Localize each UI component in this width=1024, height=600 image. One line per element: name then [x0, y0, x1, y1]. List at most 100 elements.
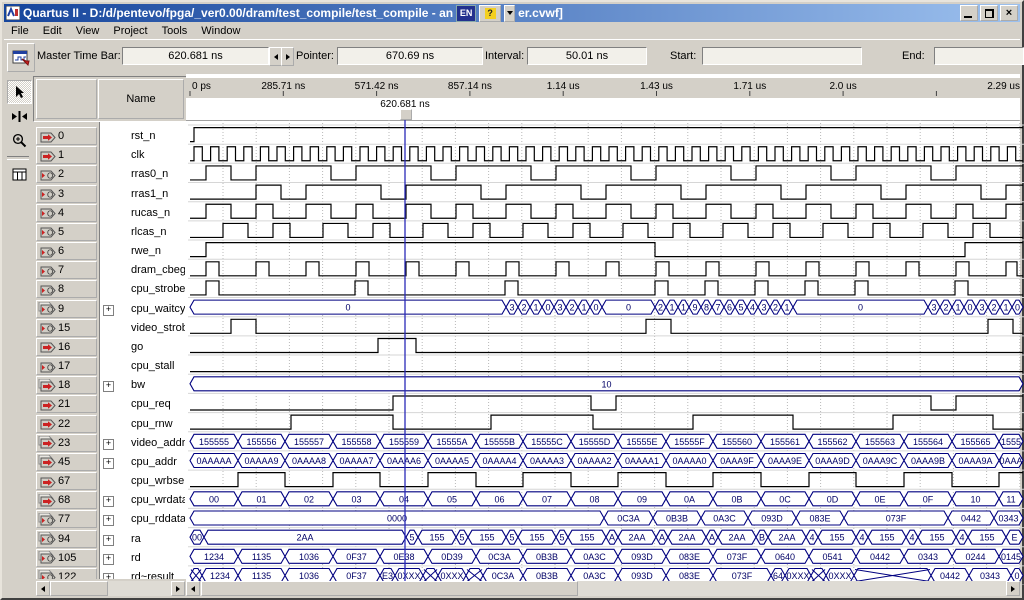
signal-name-video_addr[interactable]: video_addr — [131, 437, 185, 449]
zoom-tool-button[interactable] — [7, 128, 32, 152]
signal-number-button-77[interactable]: O77 — [36, 510, 97, 528]
signal-number-button-9[interactable]: O9 — [36, 300, 97, 318]
signal-name-rd[interactable]: rd — [131, 552, 141, 564]
signal-name-rd~result[interactable]: rd~result — [131, 571, 174, 579]
wave-hscrollbar[interactable] — [186, 581, 1020, 596]
bus-value: 083E — [679, 571, 700, 581]
expand-icon[interactable]: + — [103, 305, 114, 316]
bus-value: 0A3C — [713, 514, 736, 524]
signal-number-button-67[interactable]: 67 — [36, 472, 97, 490]
signal-number-button-6[interactable]: O6 — [36, 242, 97, 260]
names-hscrollbar[interactable] — [36, 581, 185, 596]
menu-view[interactable]: View — [69, 24, 107, 38]
full-screen-button[interactable] — [7, 162, 32, 186]
signal-number-button-17[interactable]: O17 — [36, 357, 97, 375]
signal-number-button-16[interactable]: 16 — [36, 338, 97, 356]
signal-name-cpu_rddata[interactable]: cpu_rddata — [131, 513, 185, 525]
wave-scroll-right-button[interactable] — [1006, 581, 1020, 596]
expand-icon[interactable]: + — [103, 515, 114, 526]
signal-number-button-23[interactable]: 23 — [36, 434, 97, 452]
menu-edit[interactable]: Edit — [36, 24, 69, 38]
signal-number-button-0[interactable]: 0 — [36, 127, 97, 145]
signal-number-button-94[interactable]: O94 — [36, 530, 97, 548]
menu-tools[interactable]: Tools — [155, 24, 195, 38]
wave-scroll-thumb[interactable] — [201, 581, 578, 596]
signal-number-button-8[interactable]: O8 — [36, 280, 97, 298]
bus-value: 5 — [509, 533, 514, 543]
signal-name-rras1_n[interactable]: rras1_n — [131, 188, 168, 200]
bus-value: 155561 — [770, 437, 800, 447]
start-field[interactable] — [702, 47, 862, 65]
names-scroll-left-button[interactable] — [36, 581, 50, 596]
signal-number-button-105[interactable]: O105 — [36, 549, 97, 567]
waveform-editor-button[interactable] — [7, 43, 35, 72]
wave-cpu_wrbsel — [190, 473, 1023, 487]
signal-name-cpu_wrdata[interactable]: cpu_wrdata — [131, 494, 185, 506]
signal-name-cpu_req[interactable]: cpu_req — [131, 398, 171, 410]
language-help-button[interactable]: ? — [479, 5, 501, 22]
signal-number-button-5[interactable]: O5 — [36, 223, 97, 241]
select-tool-button[interactable] — [7, 80, 32, 104]
center-time-bar-button[interactable] — [7, 104, 32, 128]
signal-number-button-45[interactable]: 45 — [36, 453, 97, 471]
master-time-bar-field[interactable]: 620.681 ns — [122, 47, 269, 65]
language-options-button[interactable] — [504, 5, 515, 22]
bus-value: 0AAAAA — [196, 456, 231, 466]
signal-name-go[interactable]: go — [131, 341, 143, 353]
titlebar[interactable]: Quartus II - D:/d/pentevo/fpga/_ver0.00/… — [4, 4, 1020, 22]
master-time-cursor-handle[interactable] — [400, 109, 412, 120]
signal-number-button-68[interactable]: 68 — [36, 491, 97, 509]
signal-name-cpu_wrbsel[interactable]: cpu_wrbsel — [131, 475, 185, 487]
waveform-canvas[interactable]: 0321032100211987654321032103210101555551… — [186, 120, 1024, 585]
signal-number-button-3[interactable]: O3 — [36, 185, 97, 203]
menu-file[interactable]: File — [4, 24, 36, 38]
signal-name-rucas_n[interactable]: rucas_n — [131, 207, 170, 219]
signal-number-button-1[interactable]: 1 — [36, 146, 97, 164]
signal-number-button-2[interactable]: O2 — [36, 165, 97, 183]
time-axis[interactable]: 0 ps285.71 ns571.42 ns857.14 ns1.14 us1.… — [186, 77, 1020, 99]
master-time-right-spin[interactable] — [281, 47, 294, 66]
signal-number-button-4[interactable]: O4 — [36, 204, 97, 222]
end-field[interactable] — [934, 47, 1024, 65]
names-scroll-thumb[interactable] — [50, 581, 108, 596]
expand-icon[interactable]: + — [103, 554, 114, 565]
signal-number-button-18[interactable]: 18 — [36, 376, 97, 394]
signal-number-button-7[interactable]: O7 — [36, 261, 97, 279]
signal-name-clk[interactable]: clk — [131, 149, 144, 161]
minimize-button[interactable] — [960, 5, 978, 21]
language-indicator[interactable]: EN — [456, 5, 476, 22]
close-button[interactable]: × — [1000, 5, 1018, 21]
svg-text:O: O — [47, 248, 53, 257]
expand-icon[interactable]: + — [103, 496, 114, 507]
signal-name-dram_cbeg[interactable]: dram_cbeg — [131, 264, 185, 276]
signal-name-rst_n[interactable]: rst_n — [131, 130, 155, 142]
names-scroll-right-button[interactable] — [171, 581, 185, 596]
signal-name-cpu_stall[interactable]: cpu_stall — [131, 360, 174, 372]
signal-name-cpu_rnw[interactable]: cpu_rnw — [131, 418, 173, 430]
expand-icon[interactable]: + — [103, 458, 114, 469]
expand-icon[interactable]: + — [103, 439, 114, 450]
expand-icon[interactable]: + — [103, 381, 114, 392]
signal-number-button-22[interactable]: 22 — [36, 415, 97, 433]
signal-name-cpu_strobe[interactable]: cpu_strobe — [131, 283, 185, 295]
bus-value: 083E — [809, 514, 830, 524]
signal-name-rlcas_n[interactable]: rlcas_n — [131, 226, 166, 238]
signal-name-cpu_addr[interactable]: cpu_addr — [131, 456, 177, 468]
wave-scroll-left-button[interactable] — [186, 581, 200, 596]
menu-window[interactable]: Window — [194, 24, 247, 38]
restore-button[interactable] — [980, 5, 998, 21]
menu-project[interactable]: Project — [106, 24, 154, 38]
signal-name-cpu_waitcyc[interactable]: cpu_waitcyc — [131, 303, 185, 315]
signal-number-button-21[interactable]: 21 — [36, 395, 97, 413]
signal-name-video_strobe[interactable]: video_strobe — [131, 322, 185, 334]
signal-name-rras0_n[interactable]: rras0_n — [131, 168, 168, 180]
signal-name-rwe_n[interactable]: rwe_n — [131, 245, 161, 257]
signal-number-button-15[interactable]: O15 — [36, 319, 97, 337]
expand-icon[interactable]: + — [103, 573, 114, 579]
cursor-strip[interactable]: 620.681 ns — [186, 98, 1020, 121]
signal-number-button-122[interactable]: O122 — [36, 568, 97, 579]
signal-name-bw[interactable]: bw — [131, 379, 145, 391]
signal-name-ra[interactable]: ra — [131, 533, 141, 545]
bus-value: 0C3A — [488, 552, 511, 562]
expand-icon[interactable]: + — [103, 535, 114, 546]
